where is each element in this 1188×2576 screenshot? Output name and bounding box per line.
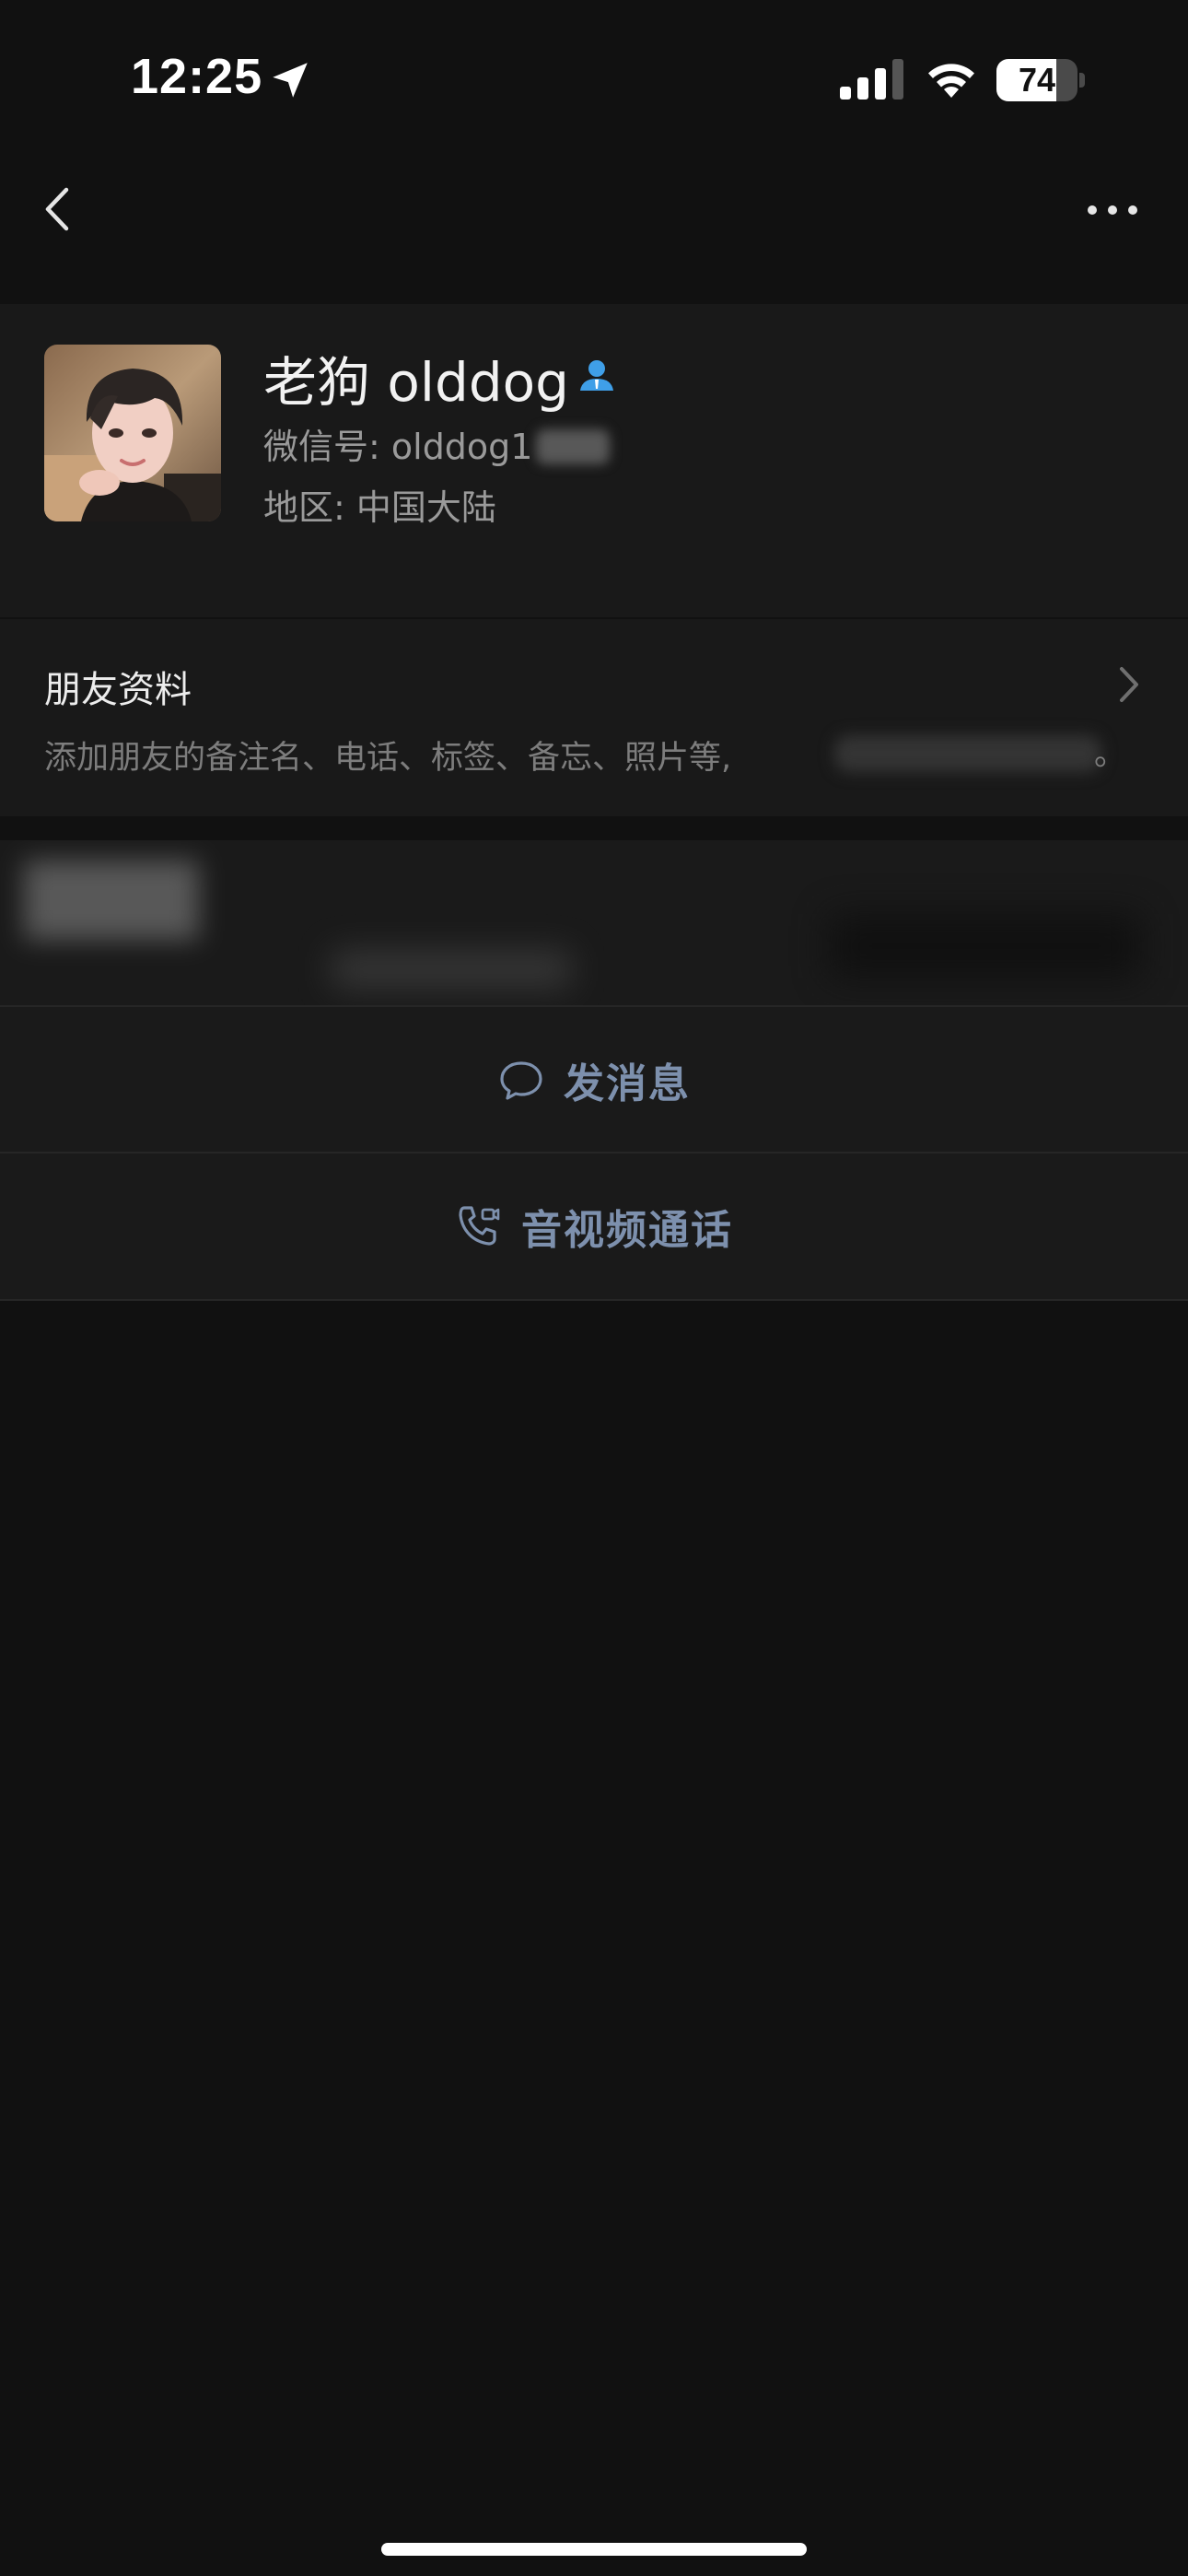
- home-indicator[interactable]: [381, 2543, 807, 2556]
- more-dots-icon: [1088, 205, 1137, 215]
- redaction-smudge: [829, 914, 1142, 978]
- friend-info-redaction: [834, 735, 1101, 772]
- av-call-button[interactable]: 音视频通话: [0, 1153, 1188, 1299]
- wechat-id: 微信号: olddog1: [263, 418, 611, 469]
- battery-cap: [1079, 73, 1085, 88]
- send-message-content: 发消息: [0, 1007, 1188, 1153]
- profile-header: 老狗 olddog 微信号: olddog1 地区: 中国大陆: [0, 304, 1188, 617]
- redacted-section: [0, 840, 1188, 1006]
- contact-person-icon: [580, 360, 613, 391]
- chevron-right-icon: [1120, 667, 1138, 702]
- more-button[interactable]: [1074, 184, 1151, 236]
- av-call-content: 音视频通话: [0, 1153, 1188, 1299]
- chat-bubble-icon: [500, 1061, 542, 1100]
- wifi-icon: [928, 64, 974, 98]
- friend-info-description: 添加朋友的备注名、电话、标签、备忘、照片等,: [44, 740, 732, 777]
- wechat-id-redaction: [536, 429, 611, 464]
- send-message-label: 发消息: [564, 1060, 691, 1107]
- region: 地区: 中国大陆: [263, 487, 496, 528]
- profile-name: 老狗 olddog: [263, 351, 569, 414]
- status-time: 12:25: [131, 49, 263, 104]
- phone-video-icon: [459, 1206, 500, 1246]
- redaction-smudge: [332, 951, 571, 988]
- send-message-button[interactable]: 发消息: [0, 1007, 1188, 1153]
- redaction-smudge: [24, 861, 199, 940]
- avatar[interactable]: [44, 345, 221, 521]
- av-call-label: 音视频通话: [521, 1207, 733, 1254]
- chevron-left-icon: [45, 187, 69, 231]
- back-button[interactable]: [33, 177, 88, 241]
- wechat-id-text: 微信号: olddog1: [263, 427, 533, 467]
- cellular-signal-icon: [840, 59, 903, 100]
- divider: [0, 1299, 1188, 1301]
- battery-level: 74: [1018, 61, 1056, 99]
- avatar-photo: [44, 345, 221, 521]
- location-arrow-icon: [273, 63, 308, 98]
- status-bar: 12:25 74: [0, 0, 1188, 157]
- battery-body: 74: [996, 59, 1077, 101]
- battery-icon: 74: [996, 59, 1085, 101]
- friend-info-row[interactable]: 朋友资料 添加朋友的备注名、电话、标签、备忘、照片等, 。: [0, 619, 1188, 816]
- friend-info-description-end: 。: [1094, 736, 1127, 773]
- friend-info-title: 朋友资料: [44, 669, 192, 711]
